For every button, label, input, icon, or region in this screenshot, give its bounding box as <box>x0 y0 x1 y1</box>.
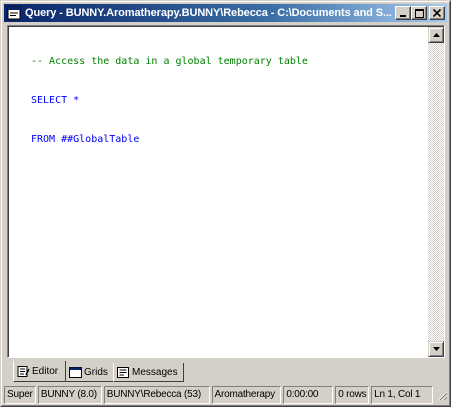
status-mode: Super <box>4 386 36 404</box>
arrow-up-icon <box>432 33 440 37</box>
status-server: BUNNY (8.0) <box>37 386 102 404</box>
close-icon <box>433 9 441 17</box>
status-rows: 0 rows <box>335 386 370 404</box>
tab-label: Grids <box>84 366 108 378</box>
status-user: BUNNY\Rebecca (53) <box>103 386 210 404</box>
editor-frame: -- Access the data in a global temporary… <box>8 26 444 357</box>
code-line: SELECT * <box>31 95 80 106</box>
tab-editor[interactable]: Editor <box>13 361 66 382</box>
tab-label: Editor <box>32 365 59 377</box>
status-elapsed: 0:00:00 <box>283 386 334 404</box>
query-editor[interactable]: -- Access the data in a global temporary… <box>7 25 445 358</box>
results-tabs: Editor Grids Messages <box>7 361 445 383</box>
query-window-icon <box>6 5 22 21</box>
maximize-icon <box>414 8 424 18</box>
window-title: Query - BUNNY.Aromatherapy.BUNNY\Rebecca… <box>25 7 392 19</box>
status-database: Aromatherapy <box>211 386 282 404</box>
minimize-icon <box>400 15 406 17</box>
arrow-down-icon <box>432 347 440 351</box>
messages-icon <box>117 366 129 378</box>
close-button[interactable] <box>429 6 445 20</box>
tab-grids[interactable]: Grids <box>65 363 114 382</box>
scrollbar-track[interactable] <box>428 43 444 341</box>
resize-grip-icon[interactable] <box>436 388 448 404</box>
vertical-scrollbar[interactable] <box>428 27 444 357</box>
status-position: Ln 1, Col 1 <box>371 386 433 404</box>
tab-messages[interactable]: Messages <box>113 363 184 382</box>
code-line: -- Access the data in a global temporary… <box>31 56 308 67</box>
grid-icon <box>69 366 82 378</box>
scroll-up-button[interactable] <box>428 27 444 43</box>
title-bar[interactable]: Query - BUNNY.Aromatherapy.BUNNY\Rebecca… <box>4 4 447 22</box>
minimize-button[interactable] <box>395 6 411 20</box>
maximize-button[interactable] <box>411 6 427 20</box>
code-line: FROM ##GlobalTable <box>31 134 140 145</box>
status-bar: Super BUNNY (8.0) BUNNY\Rebecca (53) Aro… <box>4 386 448 404</box>
query-text[interactable]: -- Access the data in a global temporary… <box>31 29 424 172</box>
editor-icon <box>17 365 30 377</box>
query-window: Query - BUNNY.Aromatherapy.BUNNY\Rebecca… <box>0 0 451 407</box>
tab-label: Messages <box>132 366 178 378</box>
scroll-down-button[interactable] <box>428 341 444 357</box>
